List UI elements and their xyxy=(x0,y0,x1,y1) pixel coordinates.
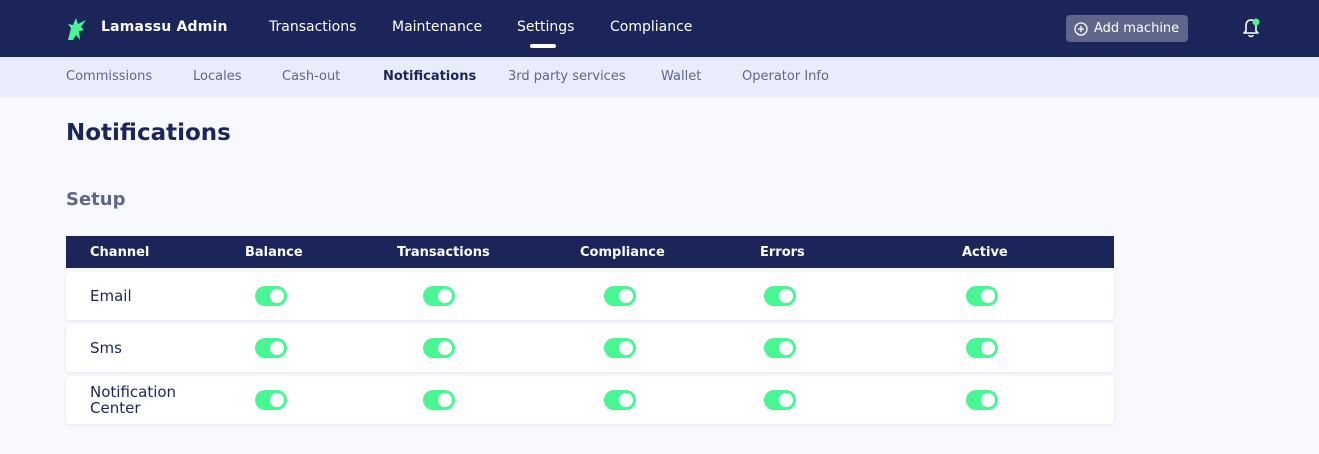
column-header-transactions: Transactions xyxy=(397,245,490,260)
toggle-email-transactions[interactable] xyxy=(423,286,455,306)
subnav-notifications[interactable]: Notifications xyxy=(383,69,476,84)
nav-transactions[interactable]: Transactions xyxy=(269,19,356,35)
subnav-commissions[interactable]: Commissions xyxy=(66,69,152,84)
subnav-3rd-party-services[interactable]: 3rd party services xyxy=(508,69,626,84)
brand-name[interactable]: Lamassu Admin xyxy=(101,19,228,35)
column-header-errors: Errors xyxy=(760,245,805,260)
toggle-notification-center-errors[interactable] xyxy=(764,390,796,410)
table-header: Channel Balance Transactions Compliance … xyxy=(66,236,1114,268)
table-row: Notification Center xyxy=(66,376,1114,424)
toggle-sms-active[interactable] xyxy=(966,338,998,358)
channel-name: Sms xyxy=(90,339,122,357)
subnav-locales[interactable]: Locales xyxy=(193,69,241,84)
nav-compliance[interactable]: Compliance xyxy=(610,19,692,35)
table-row: Email xyxy=(66,272,1114,320)
bell-icon[interactable] xyxy=(1241,17,1261,39)
subnav-cash-out[interactable]: Cash-out xyxy=(282,69,340,84)
toggle-sms-balance[interactable] xyxy=(255,338,287,358)
column-header-compliance: Compliance xyxy=(580,245,665,260)
plus-circle-icon xyxy=(1074,21,1088,36)
settings-subnav: Commissions Locales Cash-out Notificatio… xyxy=(0,57,1319,97)
toggle-sms-transactions[interactable] xyxy=(423,338,455,358)
add-machine-button[interactable]: Add machine xyxy=(1066,15,1188,42)
add-machine-label: Add machine xyxy=(1094,21,1180,36)
nav-settings[interactable]: Settings xyxy=(517,19,574,35)
toggle-notification-center-active[interactable] xyxy=(966,390,998,410)
subnav-operator-info[interactable]: Operator Info xyxy=(742,69,829,84)
toggle-email-active[interactable] xyxy=(966,286,998,306)
column-header-active: Active xyxy=(962,245,1008,260)
channel-name: Email xyxy=(90,287,132,305)
nav-active-indicator xyxy=(530,44,556,48)
toggle-email-errors[interactable] xyxy=(764,286,796,306)
toggle-sms-compliance[interactable] xyxy=(604,338,636,358)
toggle-notification-center-compliance[interactable] xyxy=(604,390,636,410)
toggle-notification-center-transactions[interactable] xyxy=(423,390,455,410)
channel-name: Notification Center xyxy=(90,383,177,417)
top-navigation-bar: Lamassu Admin Transactions Maintenance S… xyxy=(0,0,1319,57)
column-header-balance: Balance xyxy=(245,245,303,260)
column-header-channel: Channel xyxy=(90,245,150,260)
lamassu-logo-icon[interactable] xyxy=(66,16,88,42)
table-row: Sms xyxy=(66,324,1114,372)
toggle-sms-errors[interactable] xyxy=(764,338,796,358)
toggle-notification-center-balance[interactable] xyxy=(255,390,287,410)
page-title: Notifications xyxy=(66,120,231,146)
toggle-email-compliance[interactable] xyxy=(604,286,636,306)
nav-maintenance[interactable]: Maintenance xyxy=(392,19,482,35)
subnav-wallet[interactable]: Wallet xyxy=(661,69,701,84)
section-title: Setup xyxy=(66,189,126,210)
toggle-email-balance[interactable] xyxy=(255,286,287,306)
